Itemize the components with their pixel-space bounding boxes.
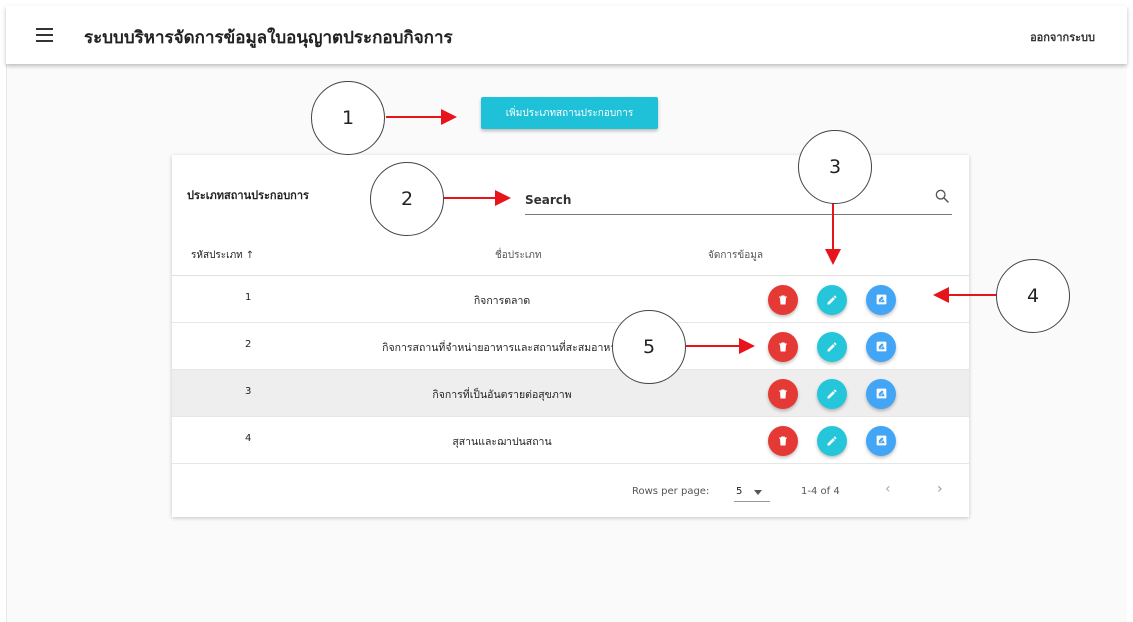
column-header-name[interactable]: ชื่อประเภท — [495, 248, 541, 263]
chevron-down-icon — [754, 490, 762, 495]
row-actions — [768, 285, 896, 315]
cell-name: กิจการตลาด — [473, 295, 531, 307]
column-header-code[interactable]: รหัสประเภท ↑ — [191, 248, 254, 263]
add-business-type-button[interactable]: เพิ่มประเภทสถานประกอบการ — [481, 97, 658, 129]
manage-details-button[interactable] — [866, 285, 896, 315]
cell-name: สุสานและฌาปนสถาน — [452, 436, 552, 448]
cell-code: 4 — [245, 433, 252, 444]
callout-4: 4 — [996, 259, 1070, 333]
callout-2: 2 — [370, 162, 444, 236]
table-row: 1 กิจการตลาด — [172, 276, 969, 323]
app-title: ระบบบริหารจัดการข้อมูลใบอนุญาตประกอบกิจก… — [84, 28, 453, 48]
hamburger-menu-icon[interactable] — [36, 28, 53, 42]
row-actions — [768, 332, 896, 362]
search-icon[interactable] — [934, 188, 950, 204]
rows-per-page-label: Rows per page: — [632, 486, 710, 497]
business-type-card: ประเภทสถานประกอบการ รหัสประเภท↑ ชื่อประเ… — [172, 155, 969, 517]
column-header-code-label: รหัสประเภท — [191, 250, 243, 261]
pencil-icon — [826, 432, 838, 451]
edit-button[interactable] — [817, 285, 847, 315]
image-edit-icon — [875, 338, 888, 357]
app-bar: ระบบบริหารจัดการข้อมูลใบอนุญาตประกอบกิจก… — [6, 6, 1127, 64]
chevron-right-icon[interactable]: › — [937, 481, 943, 497]
pagination: Rows per page: 5 1-4 of 4 ‹ › — [172, 466, 969, 516]
callout-3: 3 — [798, 130, 872, 204]
table-row: 4 สุสานและฌาปนสถาน — [172, 417, 969, 464]
chevron-left-icon[interactable]: ‹ — [885, 481, 891, 497]
arrow-up-icon: ↑ — [245, 250, 255, 261]
pencil-icon — [826, 291, 838, 310]
table-row: 3 กิจการที่เป็นอันตรายต่อสุขภาพ — [172, 370, 969, 417]
trash-icon — [777, 385, 789, 404]
card-title: ประเภทสถานประกอบการ — [187, 189, 309, 202]
image-edit-icon — [875, 291, 888, 310]
cell-code: 1 — [245, 292, 252, 303]
callout-1: 1 — [311, 81, 385, 155]
rows-per-page-value: 5 — [736, 486, 743, 497]
image-edit-icon — [875, 432, 888, 451]
callout-5: 5 — [612, 310, 686, 384]
manage-details-button[interactable] — [866, 379, 896, 409]
trash-icon — [777, 291, 789, 310]
edit-button[interactable] — [817, 379, 847, 409]
row-actions — [768, 379, 896, 409]
delete-button[interactable] — [768, 332, 798, 362]
row-actions — [768, 426, 896, 456]
image-edit-icon — [875, 385, 888, 404]
logout-link[interactable]: ออกจากระบบ — [1030, 28, 1095, 46]
cell-code: 2 — [245, 339, 252, 350]
trash-icon — [777, 432, 789, 451]
delete-button[interactable] — [768, 379, 798, 409]
edit-button[interactable] — [817, 426, 847, 456]
edit-button[interactable] — [817, 332, 847, 362]
manage-details-button[interactable] — [866, 426, 896, 456]
pencil-icon — [826, 385, 838, 404]
delete-button[interactable] — [768, 285, 798, 315]
table-row: 2 กิจการสถานที่จำหน่ายอาหารและสถานที่สะสม… — [172, 323, 969, 370]
pencil-icon — [826, 338, 838, 357]
delete-button[interactable] — [768, 426, 798, 456]
cell-name: กิจการที่เป็นอันตรายต่อสุขภาพ — [432, 389, 572, 401]
column-header-manage: จัดการข้อมูล — [708, 250, 763, 261]
manage-details-button[interactable] — [866, 332, 896, 362]
page-range: 1-4 of 4 — [801, 486, 840, 497]
search-field — [525, 185, 952, 215]
trash-icon — [777, 338, 789, 357]
cell-code: 3 — [245, 386, 252, 397]
rows-per-page-select[interactable]: 5 — [734, 482, 770, 502]
